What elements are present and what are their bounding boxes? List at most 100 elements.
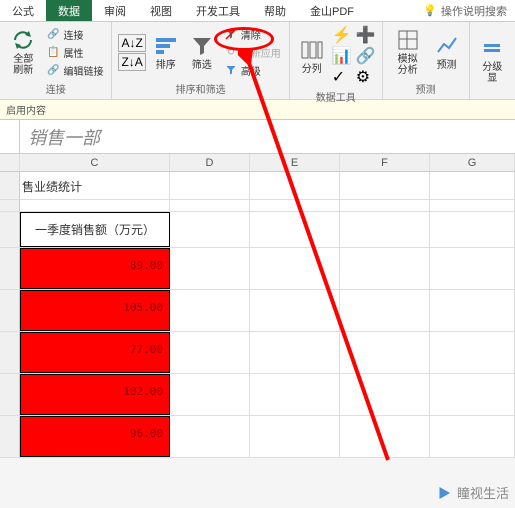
group-forecast-label: 预测 xyxy=(389,79,463,96)
flash-fill-icon[interactable]: ⚡ xyxy=(332,25,352,45)
cell[interactable] xyxy=(170,416,250,457)
consolidate-icon[interactable]: ➕ xyxy=(356,25,376,45)
cell-value[interactable]: 77.00 xyxy=(20,332,170,373)
group-button[interactable]: 分级显 xyxy=(476,25,509,94)
tab-formula[interactable]: 公式 xyxy=(0,0,46,21)
row-header[interactable] xyxy=(0,332,20,373)
advanced-filter-button[interactable]: 高级 xyxy=(222,62,283,79)
cell-title[interactable]: 售业绩统计 xyxy=(20,172,170,199)
cell[interactable] xyxy=(170,332,250,373)
group-forecast: 模拟分析 预测 预测 xyxy=(383,22,470,99)
cell[interactable] xyxy=(250,416,340,457)
table-row: 售业绩统计 xyxy=(0,172,515,200)
relationships-icon[interactable]: 🔗 xyxy=(356,46,376,66)
row-header[interactable] xyxy=(0,290,20,331)
cell[interactable] xyxy=(250,248,340,289)
cell[interactable] xyxy=(430,172,515,199)
col-header-f[interactable]: F xyxy=(340,154,430,171)
edit-links-button[interactable]: 🔗编辑链接 xyxy=(44,62,105,79)
tab-review[interactable]: 审阅 xyxy=(92,0,138,21)
table-row: 89.00 xyxy=(0,248,515,290)
text-cols-icon xyxy=(300,38,324,62)
connections-button[interactable]: 🔗连接 xyxy=(44,26,105,43)
refresh-all-button[interactable]: 全部刷新 xyxy=(6,25,40,79)
cell[interactable] xyxy=(340,212,430,247)
cell[interactable] xyxy=(340,416,430,457)
cell[interactable] xyxy=(170,374,250,415)
tab-data[interactable]: 数据 xyxy=(46,0,92,21)
search-label: 操作说明搜索 xyxy=(441,3,507,19)
group-sort-label: 排序和筛选 xyxy=(118,79,282,96)
cell[interactable] xyxy=(340,332,430,373)
cell[interactable] xyxy=(430,248,515,289)
formula-content[interactable]: 销售一部 xyxy=(20,120,515,153)
cell[interactable] xyxy=(250,290,340,331)
filter-button[interactable]: 筛选 xyxy=(186,25,218,79)
watermark: 瞳视生活 xyxy=(435,483,509,502)
text-to-columns-button[interactable]: 分列 xyxy=(296,25,328,87)
cell[interactable] xyxy=(250,172,340,199)
cell[interactable] xyxy=(340,248,430,289)
clear-filter-button[interactable]: 清除 xyxy=(222,26,283,43)
cell[interactable] xyxy=(430,416,515,457)
info-bar[interactable]: 启用内容 xyxy=(0,100,515,120)
sort-icon xyxy=(154,34,178,58)
watermark-icon xyxy=(435,484,453,502)
row-header[interactable] xyxy=(0,248,20,289)
search-box[interactable]: 💡 操作说明搜索 xyxy=(415,0,515,21)
forecast-button[interactable]: 预测 xyxy=(431,25,463,79)
select-all-corner[interactable] xyxy=(0,154,20,171)
cell[interactable] xyxy=(170,172,250,199)
whatif-icon xyxy=(396,28,420,52)
cell[interactable] xyxy=(430,332,515,373)
name-box[interactable] xyxy=(0,120,20,153)
row-header[interactable] xyxy=(0,200,20,211)
cell[interactable] xyxy=(250,200,340,211)
tab-help[interactable]: 帮助 xyxy=(252,0,298,21)
cell[interactable] xyxy=(430,290,515,331)
remove-dup-icon[interactable]: 📊 xyxy=(332,46,352,66)
cell-value[interactable]: 102.00 xyxy=(20,374,170,415)
col-header-g[interactable]: G xyxy=(430,154,515,171)
sort-button[interactable]: 排序 xyxy=(150,25,182,79)
cell[interactable] xyxy=(430,200,515,211)
cell[interactable] xyxy=(250,332,340,373)
data-validation-icon[interactable]: ✓ xyxy=(332,67,352,87)
row-header[interactable] xyxy=(0,212,20,247)
cell[interactable] xyxy=(250,374,340,415)
col-header-c[interactable]: C xyxy=(20,154,170,171)
cell[interactable] xyxy=(340,374,430,415)
properties-button[interactable]: 📋属性 xyxy=(44,44,105,61)
cell-header[interactable]: 一季度销售额（万元） xyxy=(20,212,170,247)
cell[interactable] xyxy=(170,248,250,289)
col-header-e[interactable]: E xyxy=(250,154,340,171)
cell[interactable] xyxy=(170,212,250,247)
manage-model-icon[interactable]: ⚙ xyxy=(356,67,376,87)
whatif-button[interactable]: 模拟分析 xyxy=(389,25,427,79)
watermark-text: 瞳视生活 xyxy=(457,483,509,502)
tab-view[interactable]: 视图 xyxy=(138,0,184,21)
column-headers: C D E F G xyxy=(0,154,515,172)
cell[interactable] xyxy=(340,290,430,331)
row-header[interactable] xyxy=(0,374,20,415)
group-sort-filter: A↓Z Z↓A 排序 筛选 清除 ↻重新应用 高级 排序和筛选 xyxy=(112,22,289,99)
tab-dev[interactable]: 开发工具 xyxy=(184,0,252,21)
cell[interactable] xyxy=(430,374,515,415)
cell[interactable] xyxy=(170,200,250,211)
cell-value[interactable]: 89.00 xyxy=(20,248,170,289)
cell[interactable] xyxy=(430,212,515,247)
col-header-d[interactable]: D xyxy=(170,154,250,171)
tab-pdf[interactable]: 金山PDF xyxy=(298,0,366,21)
cell[interactable] xyxy=(340,200,430,211)
cell-value[interactable]: 96.00 xyxy=(20,416,170,457)
cell[interactable] xyxy=(20,200,170,211)
row-header[interactable] xyxy=(0,416,20,457)
sort-desc-icon[interactable]: Z↓A xyxy=(118,53,145,71)
connections-icon: 🔗 xyxy=(46,27,60,41)
cell[interactable] xyxy=(340,172,430,199)
sort-asc-icon[interactable]: A↓Z xyxy=(118,34,145,52)
cell[interactable] xyxy=(250,212,340,247)
cell-value[interactable]: 105.00 xyxy=(20,290,170,331)
cell[interactable] xyxy=(170,290,250,331)
row-header[interactable] xyxy=(0,172,20,199)
